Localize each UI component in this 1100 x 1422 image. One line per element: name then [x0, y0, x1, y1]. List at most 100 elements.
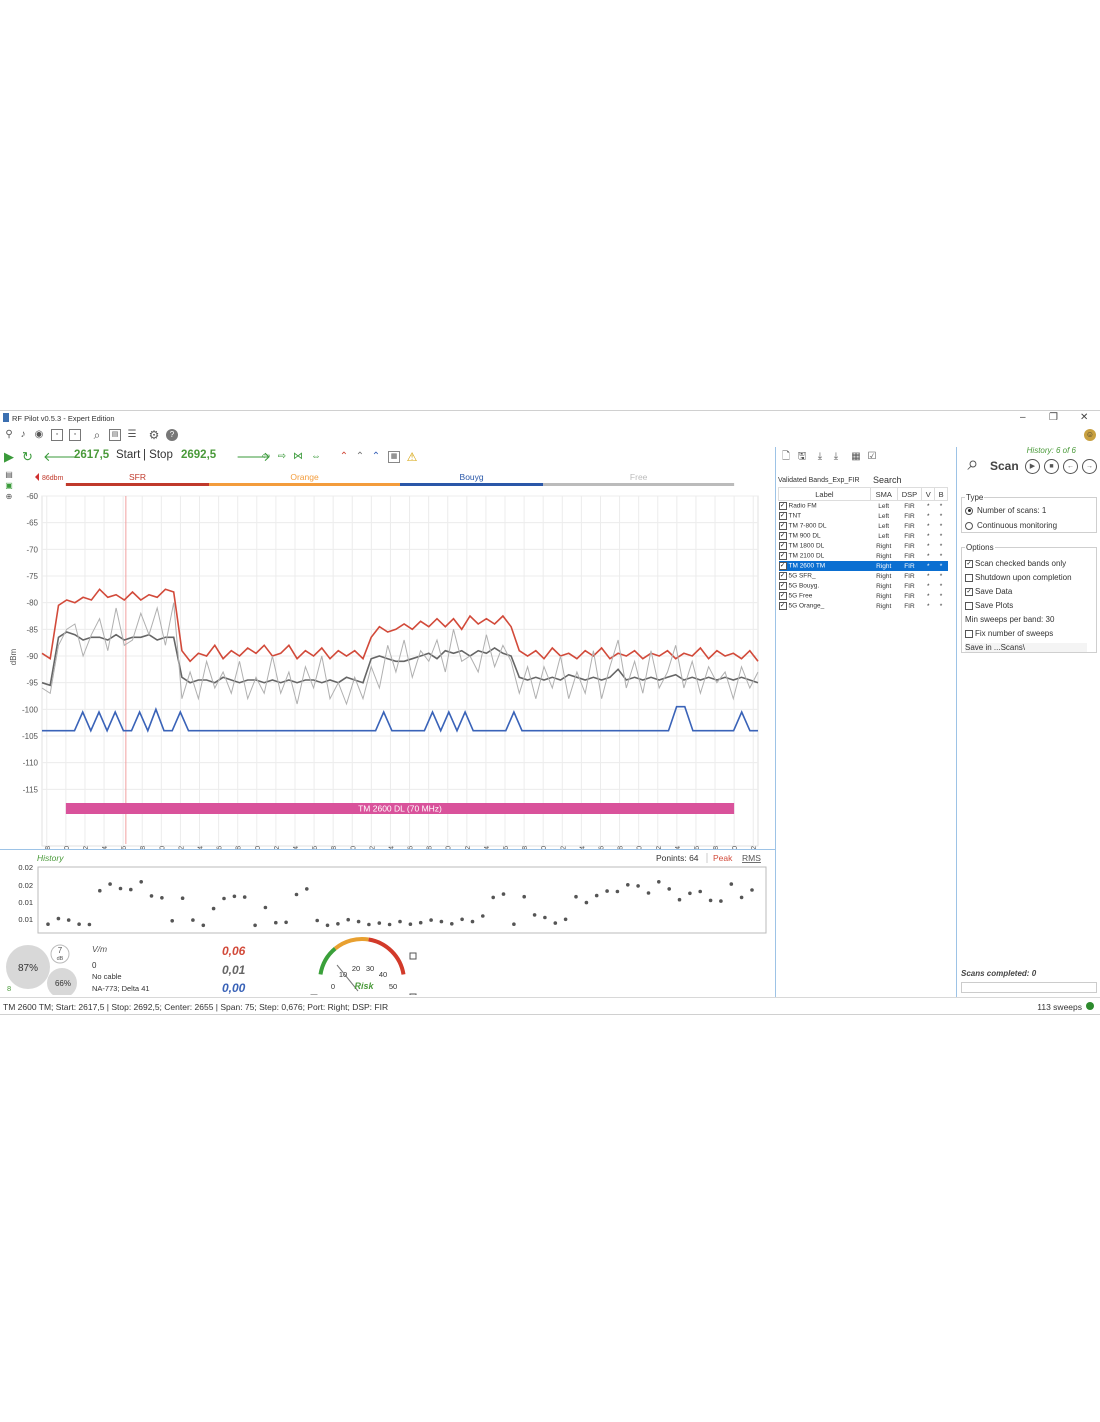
usb-icon[interactable]: ⚲	[3, 429, 15, 441]
band-row[interactable]: ✓ TM 2100 DL Right FIR * *	[778, 551, 948, 561]
column-sma[interactable]: SMA	[869, 487, 898, 501]
music-note-icon[interactable]: ♪	[17, 429, 29, 441]
band-row[interactable]: ✓ 5G Bouyg. Right FIR * *	[778, 581, 948, 591]
save-path-input[interactable]: Save in ...Scans\	[965, 643, 1087, 652]
db-unit: dB	[57, 956, 64, 962]
zoom-out-icon[interactable]: ⇔	[310, 451, 322, 463]
band-checkbox[interactable]: ✓	[778, 502, 787, 510]
gauge-large-value: 87%	[18, 963, 38, 974]
band-sma: Right	[876, 542, 892, 550]
scan-next-icon[interactable]: →	[1082, 459, 1097, 474]
column-b[interactable]: B	[934, 487, 948, 501]
column-dsp[interactable]: DSP	[896, 487, 923, 501]
band-row[interactable]: ✓ TM 900 DL Left FIR * *	[778, 531, 948, 541]
gear-icon[interactable]: ⚙	[148, 429, 160, 441]
save-icon[interactable]: 🖫	[796, 451, 808, 463]
shift-left-icon[interactable]: ⇦	[260, 451, 272, 463]
history-chart[interactable]: History Ponints: 64 Peak RMS 0.02 0.02 0.01 0.0…	[0, 851, 775, 1004]
checkbox-save-plots[interactable]: Save Plots	[965, 601, 1013, 610]
radio-continuous-monitoring[interactable]: Continuous monitoring	[965, 521, 1057, 530]
refresh-icon[interactable]: ↻	[22, 449, 33, 465]
minimize-icon[interactable]: –	[1020, 412, 1026, 423]
band-label: 5G SFR_	[788, 572, 816, 580]
x-tick-label: 2 628	[140, 846, 147, 849]
general-checkbox[interactable]	[409, 993, 417, 1001]
radio-number-of-scans[interactable]: Number of scans: 1	[965, 506, 1046, 515]
band-row[interactable]: ✓ TM 1800 DL Right FIR * *	[778, 541, 948, 551]
band-v: *	[926, 572, 930, 580]
band-checkbox[interactable]: ✓	[778, 572, 787, 580]
user-avatar-icon[interactable]: ☺	[1084, 429, 1096, 441]
stop-frequency-input[interactable]: 2692,5	[181, 449, 216, 461]
y-tick-label: -90	[26, 652, 38, 661]
band-b: *	[939, 552, 943, 560]
new-list-icon[interactable]: 🗋	[780, 451, 792, 463]
image-icon[interactable]: ▤	[109, 429, 121, 441]
import-icon[interactable]: ⤓	[830, 451, 842, 463]
history-tab-rms[interactable]: RMS	[742, 853, 761, 863]
history-point	[66, 918, 71, 922]
scan-stop-icon[interactable]: ■	[1044, 459, 1059, 474]
window-icon[interactable]: ▫	[51, 429, 63, 441]
band-checkbox[interactable]: ✓	[778, 552, 787, 560]
history-point	[46, 922, 50, 926]
band-checkbox[interactable]: ✓	[778, 532, 787, 540]
warning-icon[interactable]: ⚠	[406, 451, 418, 463]
band-checkbox[interactable]: ✓	[778, 582, 787, 590]
band-checkbox[interactable]: ✓	[778, 592, 787, 600]
min-trace-icon[interactable]: ⌃	[370, 451, 382, 463]
band-row[interactable]: ✓ TNT Left FIR * *	[778, 511, 948, 521]
checkbox-fix-sweeps[interactable]: Fix number of sweeps	[965, 629, 1053, 638]
grid-icon[interactable]: ▦	[850, 451, 862, 463]
band-v: *	[926, 542, 930, 550]
min-sweeps-input[interactable]: 30	[1046, 615, 1055, 624]
risk-label: Risk	[354, 981, 374, 991]
column-v[interactable]: V	[921, 487, 936, 501]
checkbox-save-data[interactable]: ✓ Save Data	[965, 587, 1012, 596]
search-input[interactable]: Search	[873, 475, 902, 485]
x-tick-label: 2 630	[159, 846, 166, 849]
help-icon[interactable]: ?	[166, 429, 178, 441]
scope-icon[interactable]: ▫	[69, 429, 81, 441]
list-icon[interactable]: ☰	[126, 429, 138, 441]
close-icon[interactable]: ✕	[1080, 412, 1088, 423]
x-tick-label: 2 650	[350, 846, 357, 849]
band-row[interactable]: ✓ 5G Free Right FIR * *	[778, 591, 948, 601]
column-label[interactable]: Label	[778, 487, 871, 501]
check-all-icon[interactable]: ☑	[866, 451, 878, 463]
history-tab-peak[interactable]: Peak	[713, 853, 733, 863]
scan-prev-icon[interactable]: ←	[1063, 459, 1078, 474]
calendar-icon[interactable]: ▦	[388, 451, 400, 463]
chart-add-icon[interactable]: ⊕	[3, 491, 15, 503]
play-icon[interactable]: ▶	[4, 449, 14, 465]
band-row[interactable]: ✓ TM 2600 TM Right FIR * *	[778, 561, 948, 571]
band-row[interactable]: ✓ Radio FM Left FIR * *	[778, 501, 948, 512]
start-frequency-input[interactable]: 2617,5	[74, 449, 109, 461]
band-row[interactable]: ✓ TM 7-800 DL Left FIR * *	[778, 521, 948, 531]
band-checkbox[interactable]: ✓	[778, 522, 787, 530]
band-checkbox[interactable]: ✓	[778, 542, 787, 550]
band-dsp: FIR	[904, 522, 915, 530]
shift-right-icon[interactable]: ⇨	[276, 451, 288, 463]
band-checkbox[interactable]: ✓	[778, 512, 787, 520]
checkbox-shutdown[interactable]: Shutdown upon completion	[965, 573, 1072, 582]
average-trace-icon[interactable]: ⌃	[354, 451, 366, 463]
spectrum-chart[interactable]: -60 -65 -70 -75 -80 -85 -90 -95 -100 -105 -110 -115…	[0, 467, 775, 881]
checkbox-scan-checked-bands[interactable]: ✓ Scan checked bands only	[965, 559, 1066, 568]
band-checkbox[interactable]: ✓	[778, 602, 787, 610]
history-point	[698, 889, 702, 894]
restore-icon[interactable]: ❐	[1049, 412, 1058, 423]
peak-trace-icon[interactable]: ⌃	[338, 451, 350, 463]
zoom-in-icon[interactable]: ⋈	[292, 451, 304, 463]
band-checkbox[interactable]: ✓	[778, 562, 787, 570]
y-tick-label: -70	[26, 545, 38, 554]
scan-play-icon[interactable]: ▶	[1025, 459, 1040, 474]
record-icon[interactable]: ◉	[33, 429, 45, 441]
download-icon[interactable]: ⤓	[814, 451, 826, 463]
risk-option-checkbox[interactable]	[409, 952, 417, 960]
band-row[interactable]: ✓ 5G SFR_ Right FIR * *	[778, 571, 948, 581]
x-tick-label: 2 670	[541, 846, 548, 849]
search-icon[interactable]: ⌕	[91, 429, 103, 441]
arrow-left-icon[interactable]: 🡐	[43, 449, 78, 465]
band-row[interactable]: ✓ 5G Orange_ Right FIR * *	[778, 601, 948, 611]
